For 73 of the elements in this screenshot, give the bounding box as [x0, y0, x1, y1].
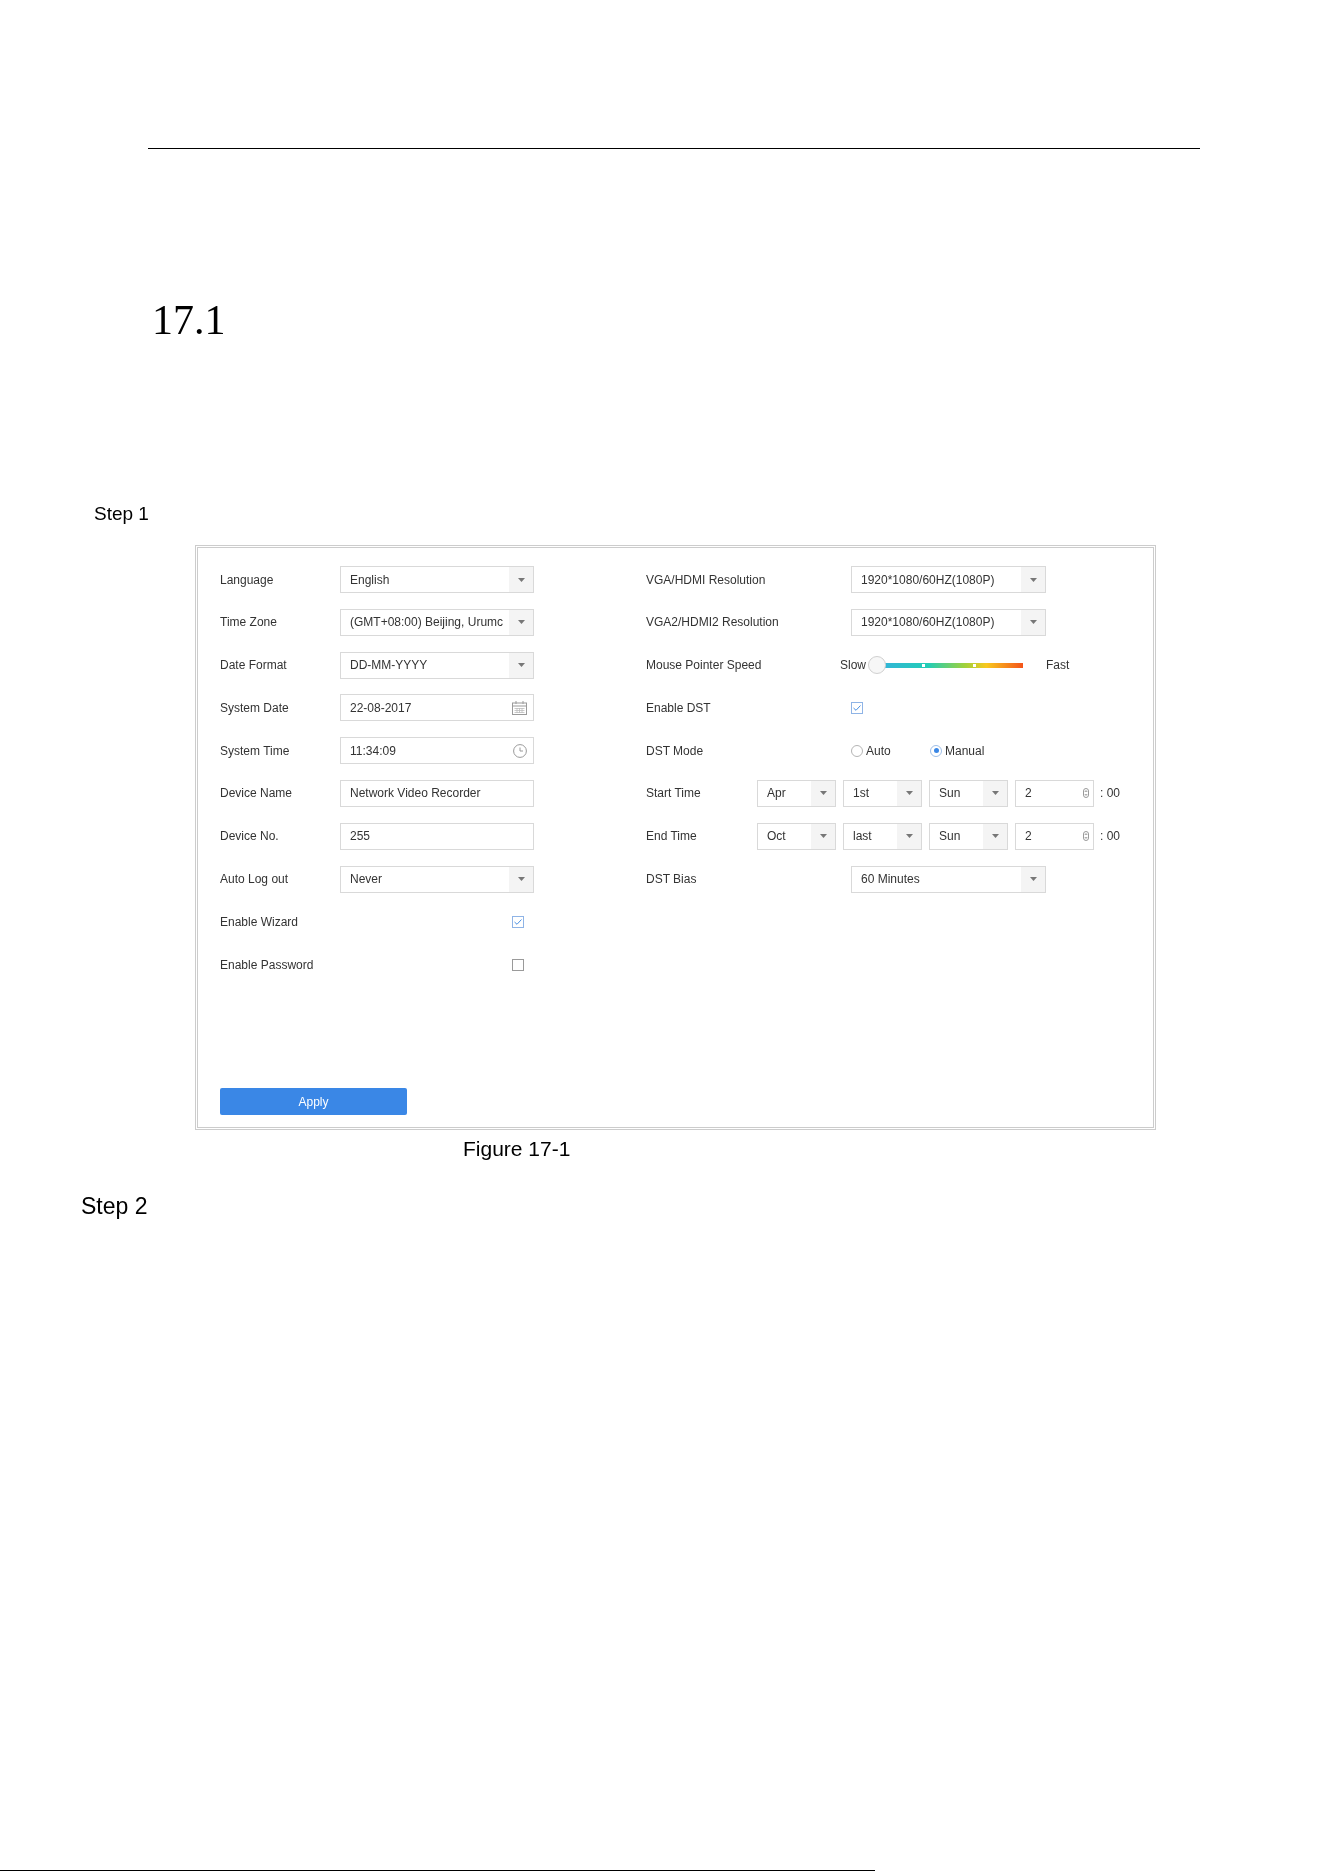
dropdown[interactable]: Apr — [757, 780, 836, 807]
text-field[interactable]: Network Video Recorder — [340, 780, 534, 807]
caret-icon — [1021, 609, 1045, 635]
caret-icon — [1021, 866, 1045, 892]
caret-icon — [1021, 567, 1045, 592]
checkbox[interactable] — [512, 958, 524, 971]
caret-icon — [509, 609, 533, 635]
section-number: 17.1 — [152, 299, 226, 341]
radio-label[interactable]: Auto — [866, 741, 891, 760]
caret-icon — [509, 652, 533, 678]
radio-button[interactable] — [930, 744, 942, 757]
field-label: Mouse Pointer Speed — [646, 657, 763, 675]
minutes-label: : 00 — [1100, 828, 1120, 846]
tick-mark-icon — [922, 663, 926, 667]
field-label: VGA2/HDMI2 Resolution — [646, 614, 780, 632]
dropdown[interactable]: DD-MM-YYYY — [340, 651, 534, 679]
tick-mark-icon — [973, 663, 977, 667]
caret-icon — [509, 866, 533, 892]
number-field[interactable]: 2 — [1015, 780, 1094, 807]
dropdown[interactable]: last — [843, 822, 922, 850]
field-label: Enable DST — [646, 699, 712, 717]
field-label: VGA/HDMI Resolution — [646, 571, 767, 589]
field-label: Date Format — [220, 657, 288, 675]
radio-button[interactable] — [851, 744, 863, 757]
spin-arrows-icon[interactable] — [1083, 788, 1089, 799]
caret-icon — [983, 823, 1007, 849]
slider-max-label: Fast — [1046, 657, 1070, 675]
field-label: Start Time — [646, 785, 702, 803]
time-field[interactable]: 11:34:09 — [340, 737, 534, 765]
dropdown[interactable]: 1920*1080/60HZ(1080P) — [851, 608, 1046, 636]
field-label: End Time — [646, 828, 698, 846]
field-label: DST Mode — [646, 742, 705, 760]
caret-icon — [897, 781, 921, 806]
dropdown[interactable]: Oct — [757, 822, 836, 850]
dropdown[interactable]: 60 Minutes — [851, 865, 1046, 893]
figure-caption: Figure 17-1 — [463, 1138, 571, 1159]
field-label: Auto Log out — [220, 871, 290, 889]
text-field[interactable]: 255 — [340, 822, 534, 850]
field-label: Language — [220, 571, 275, 589]
radio-label[interactable]: Manual — [945, 741, 985, 760]
field-label: Enable Wizard — [220, 913, 300, 931]
dropdown[interactable]: 1st — [843, 780, 922, 807]
slider-thumb[interactable] — [868, 656, 886, 675]
spin-arrows-icon[interactable] — [1083, 831, 1089, 842]
field-label: Enable Password — [220, 956, 315, 974]
field-label: System Time — [220, 742, 291, 760]
clock-icon[interactable] — [513, 743, 527, 758]
dropdown[interactable]: Never — [340, 865, 534, 893]
checkbox[interactable] — [851, 701, 863, 714]
apply-button[interactable]: Apply — [220, 1088, 407, 1115]
minutes-label: : 00 — [1100, 785, 1120, 803]
step-label: Step 1 — [94, 504, 149, 523]
caret-icon — [509, 567, 533, 592]
step-label: Step 2 — [81, 1195, 148, 1218]
checkbox[interactable] — [512, 915, 524, 928]
caret-icon — [811, 823, 835, 849]
dropdown[interactable]: (GMT+08:00) Beijing, Urumc — [340, 608, 534, 636]
dropdown[interactable]: Sun — [929, 822, 1008, 850]
field-label: Device Name — [220, 785, 294, 803]
date-field[interactable]: 22-08-2017 — [340, 694, 534, 722]
caret-icon — [983, 781, 1007, 806]
dropdown[interactable]: English — [340, 566, 534, 593]
caret-icon — [811, 781, 835, 806]
slider-min-label: Slow — [840, 657, 866, 675]
calendar-icon[interactable] — [512, 700, 527, 715]
dropdown[interactable]: 1920*1080/60HZ(1080P) — [851, 566, 1046, 593]
field-label: DST Bias — [646, 871, 698, 889]
field-label: Time Zone — [220, 614, 278, 632]
caret-icon — [897, 823, 921, 849]
dropdown[interactable]: Sun — [929, 780, 1008, 807]
field-label: System Date — [220, 699, 290, 717]
number-field[interactable]: 2 — [1015, 822, 1094, 850]
field-label: Device No. — [220, 828, 280, 846]
